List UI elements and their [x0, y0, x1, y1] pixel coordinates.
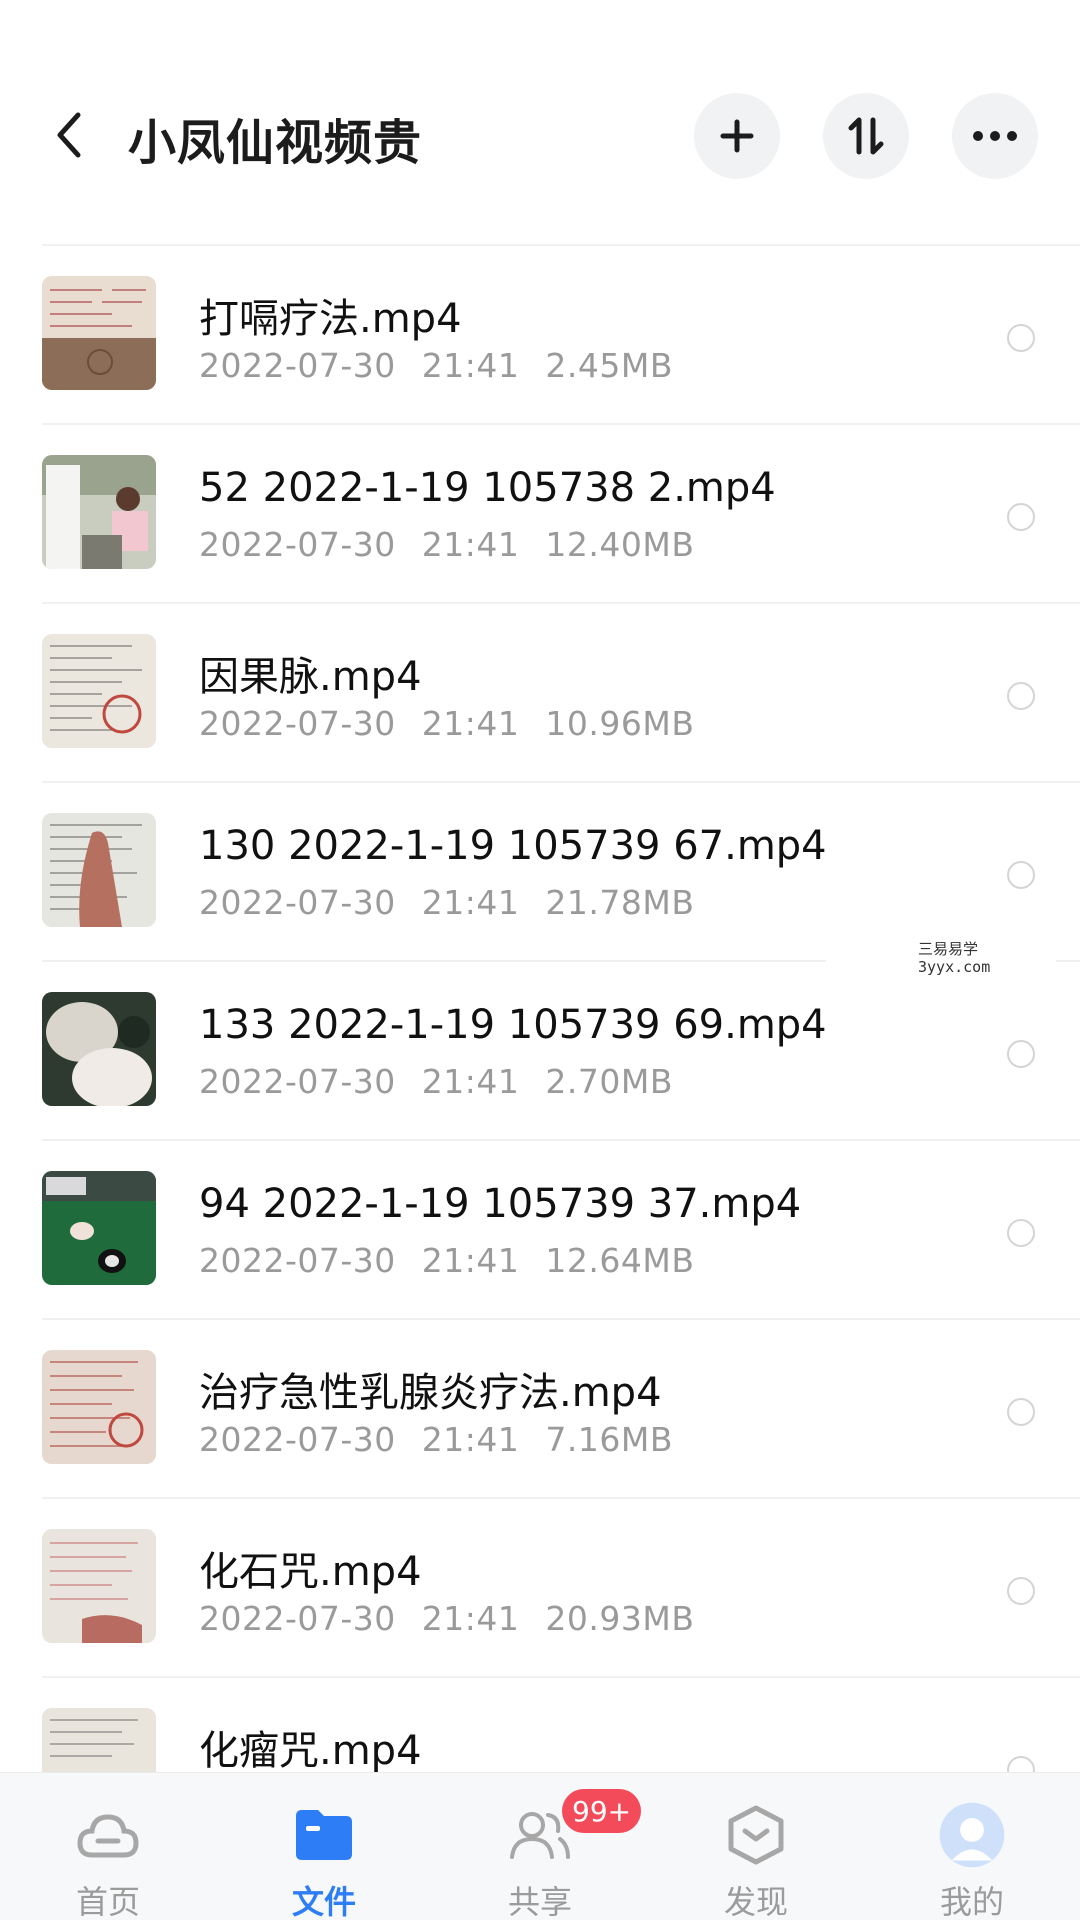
folder-icon [290, 1801, 358, 1869]
file-size: 10.96MB [545, 704, 695, 743]
file-time: 21:41 [421, 1599, 520, 1638]
file-row[interactable]: 打嗝疗法.mp4 2022-07-30 21:41 2.45MB [0, 246, 1080, 425]
file-name: 133 2022-1-19 105739 69.mp4 [199, 1002, 827, 1048]
file-row[interactable]: 94 2022-1-19 105739 37.mp4 2022-07-30 21:… [0, 1141, 1080, 1320]
file-name: 治疗急性乳腺炎疗法.mp4 [199, 1370, 662, 1416]
video-thumbnail [42, 1529, 156, 1643]
file-time: 21:41 [421, 883, 520, 922]
select-checkbox[interactable] [1007, 1577, 1035, 1605]
file-row[interactable]: 因果脉.mp4 2022-07-30 21:41 10.96MB [0, 604, 1080, 783]
nav-item-share[interactable]: 99+ 共享 [432, 1773, 648, 1920]
file-size: 2.70MB [545, 1062, 673, 1101]
file-name: 打嗝疗法.mp4 [199, 296, 462, 342]
file-name: 130 2022-1-19 105739 67.mp4 [199, 823, 827, 869]
file-meta: 2022-07-30 21:41 12.64MB [199, 1241, 720, 1280]
file-row[interactable]: 133 2022-1-19 105739 69.mp4 2022-07-30 21… [0, 962, 1080, 1141]
select-checkbox[interactable] [1007, 503, 1035, 531]
nav-label: 首页 [75, 1883, 140, 1920]
file-size: 21.78MB [545, 883, 695, 922]
file-size: 7.16MB [545, 1420, 673, 1459]
back-button[interactable] [44, 105, 94, 165]
file-time: 21:41 [421, 704, 520, 743]
file-time: 21:41 [421, 346, 520, 385]
notification-badge: 99+ [562, 1789, 642, 1833]
video-thumbnail [42, 992, 156, 1106]
file-name: 化石咒.mp4 [199, 1549, 422, 1595]
file-meta: 2022-07-30 21:41 12.40MB [199, 525, 720, 564]
file-time: 21:41 [421, 525, 520, 564]
video-thumbnail [42, 455, 156, 569]
nav-label: 文件 [291, 1883, 356, 1920]
file-name: 94 2022-1-19 105739 37.mp4 [199, 1181, 802, 1227]
file-size: 20.93MB [545, 1599, 695, 1638]
nav-item-discover[interactable]: 发现 [648, 1773, 864, 1920]
video-thumbnail [42, 276, 156, 390]
watermark: 三易易学 3yyx.com [826, 930, 1056, 980]
discover-icon [722, 1801, 790, 1869]
file-time: 21:41 [421, 1241, 520, 1280]
select-checkbox[interactable] [1007, 1219, 1035, 1247]
cloud-icon [74, 1801, 142, 1869]
watermark-text: 三易易学 [918, 940, 979, 958]
page-title: 小凤仙视频贵 [128, 115, 423, 171]
file-row[interactable]: 52 2022-1-19 105738 2.mp4 2022-07-30 21:4… [0, 425, 1080, 604]
video-thumbnail [42, 634, 156, 748]
file-date: 2022-07-30 [199, 1062, 396, 1101]
top-bar: 小凤仙视频贵 [0, 0, 1080, 246]
file-name: 因果脉.mp4 [199, 654, 422, 700]
file-row[interactable]: 化石咒.mp4 2022-07-30 21:41 20.93MB [0, 1499, 1080, 1678]
video-thumbnail [42, 1350, 156, 1464]
file-meta: 2022-07-30 21:41 21.78MB [199, 883, 720, 922]
video-thumbnail [42, 1171, 156, 1285]
file-meta: 2022-07-30 21:41 10.96MB [199, 704, 720, 743]
more-button[interactable] [952, 93, 1038, 179]
file-meta: 2022-07-30 21:41 20.93MB [199, 1599, 720, 1638]
chevron-left-icon [57, 112, 81, 158]
plus-icon [720, 119, 754, 153]
file-list: 打嗝疗法.mp4 2022-07-30 21:41 2.45MB 52 2022-1… [0, 246, 1080, 1857]
file-meta: 2022-07-30 21:41 7.16MB [199, 1420, 699, 1459]
nav-label: 发现 [723, 1883, 788, 1920]
file-date: 2022-07-30 [199, 346, 396, 385]
more-icon [973, 131, 1017, 141]
file-date: 2022-07-30 [199, 704, 396, 743]
nav-item-files[interactable]: 文件 [216, 1773, 432, 1920]
sort-button[interactable] [823, 93, 909, 179]
select-checkbox[interactable] [1007, 861, 1035, 889]
file-date: 2022-07-30 [199, 1420, 396, 1459]
file-date: 2022-07-30 [199, 525, 396, 564]
sort-icon [848, 117, 884, 155]
bottom-nav: 首页 文件 99+ 共享 发现 我的 [0, 1772, 1080, 1920]
add-button[interactable] [694, 93, 780, 179]
nav-label: 我的 [939, 1883, 1004, 1920]
avatar-icon [938, 1801, 1006, 1869]
file-browser-screen: 小凤仙视频贵 打嗝疗法.mp4 2022-07-30 21:41 2.45MB … [0, 0, 1080, 1920]
file-name: 52 2022-1-19 105738 2.mp4 [199, 465, 776, 511]
select-checkbox[interactable] [1007, 682, 1035, 710]
select-checkbox[interactable] [1007, 324, 1035, 352]
file-size: 2.45MB [545, 346, 673, 385]
file-time: 21:41 [421, 1420, 520, 1459]
select-checkbox[interactable] [1007, 1398, 1035, 1426]
nav-item-profile[interactable]: 我的 [864, 1773, 1080, 1920]
select-checkbox[interactable] [1007, 1040, 1035, 1068]
file-date: 2022-07-30 [199, 1241, 396, 1280]
nav-item-home[interactable]: 首页 [0, 1773, 216, 1920]
video-thumbnail [42, 813, 156, 927]
file-size: 12.40MB [545, 525, 695, 564]
file-meta: 2022-07-30 21:41 2.70MB [199, 1062, 699, 1101]
file-meta: 2022-07-30 21:41 2.45MB [199, 346, 699, 385]
file-time: 21:41 [421, 1062, 520, 1101]
file-date: 2022-07-30 [199, 1599, 396, 1638]
file-size: 12.64MB [545, 1241, 695, 1280]
nav-label: 共享 [507, 1883, 572, 1920]
file-date: 2022-07-30 [199, 883, 396, 922]
file-name: 化瘤咒.mp4 [199, 1728, 422, 1774]
watermark-url: 3yyx.com [918, 958, 991, 976]
file-row[interactable]: 治疗急性乳腺炎疗法.mp4 2022-07-30 21:41 7.16MB [0, 1320, 1080, 1499]
